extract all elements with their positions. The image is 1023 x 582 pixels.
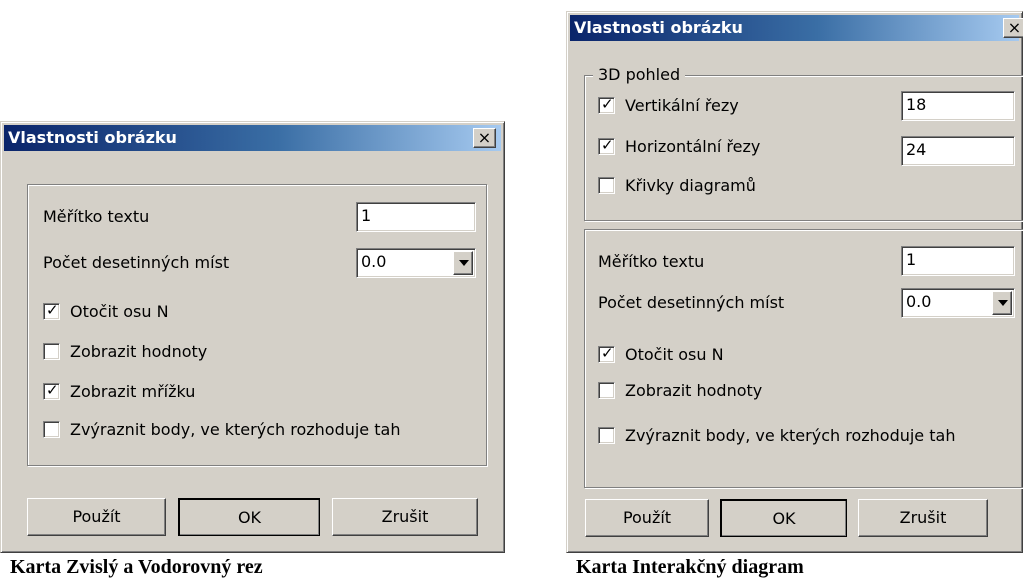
left-caption: Karta Zvislý a Vodorovný rez <box>10 556 263 578</box>
check-icon: ✓ <box>601 344 614 362</box>
vertical-sections-input[interactable]: 18 <box>901 91 1015 121</box>
right-decimals-select[interactable]: 0.0 <box>901 288 1015 318</box>
show-grid-label: Zobrazit mřížku <box>70 382 196 401</box>
right-dialog-title: Vlastnosti obrázku <box>574 18 743 37</box>
vertical-sections-checkbox[interactable]: ✓ <box>598 95 615 114</box>
show-grid-checkbox[interactable]: ✓ <box>43 381 60 400</box>
show-values-checkbox[interactable] <box>43 343 60 360</box>
right-show-values-checkbox[interactable] <box>598 382 615 399</box>
ok-button[interactable]: OK <box>178 498 320 536</box>
horizontal-sections-checkbox[interactable]: ✓ <box>598 136 615 155</box>
right-dialog: Vlastnosti obrázku × 3D pohled ✓ Vertiká… <box>566 11 1023 553</box>
right-decimals-label: Počet desetinných míst <box>598 293 785 312</box>
left-dialog: Vlastnosti obrázku × Měřítko textu 1 Poč… <box>0 121 505 553</box>
left-dialog-titlebar[interactable]: Vlastnosti obrázku <box>4 125 501 151</box>
view-3d-group-title: 3D pohled <box>593 65 686 85</box>
right-rotate-axis-label: Otočit osu N <box>625 345 724 364</box>
right-text-scale-label: Měřítko textu <box>598 252 705 271</box>
right-cancel-button[interactable]: Zrušit <box>858 499 988 537</box>
decimals-label: Počet desetinných míst <box>43 253 230 272</box>
left-close-button[interactable]: × <box>473 128 496 148</box>
right-ok-button[interactable]: OK <box>720 499 847 537</box>
right-highlight-points-label: Zvýraznit body, ve kterých rozhoduje tah <box>625 426 956 445</box>
check-icon: ✓ <box>601 136 614 154</box>
show-values-label: Zobrazit hodnoty <box>70 342 208 361</box>
horizontal-sections-input[interactable]: 24 <box>901 136 1015 166</box>
highlight-points-checkbox[interactable] <box>43 421 60 438</box>
diagram-curves-checkbox[interactable] <box>598 177 615 194</box>
text-scale-label: Měřítko textu <box>43 207 150 226</box>
highlight-points-label: Zvýraznit body, ve kterých rozhoduje tah <box>70 420 401 439</box>
right-decimals-select-value: 0.0 <box>906 292 932 311</box>
right-dialog-titlebar[interactable]: Vlastnosti obrázku <box>570 15 1019 41</box>
right-close-button[interactable]: × <box>1003 18 1023 38</box>
apply-button[interactable]: Použít <box>27 498 166 536</box>
right-show-values-label: Zobrazit hodnoty <box>625 381 763 400</box>
diagram-curves-label: Křivky diagramů <box>625 176 756 195</box>
left-dialog-title: Vlastnosti obrázku <box>8 128 177 147</box>
right-caption: Karta Interakčný diagram <box>576 556 804 578</box>
cancel-button[interactable]: Zrušit <box>332 498 478 536</box>
decimals-select[interactable]: 0.0 <box>356 248 476 278</box>
chevron-down-icon[interactable] <box>453 251 473 275</box>
rotate-axis-checkbox[interactable]: ✓ <box>43 301 60 320</box>
right-rotate-axis-checkbox[interactable]: ✓ <box>598 344 615 363</box>
vertical-sections-label: Vertikální řezy <box>625 96 739 115</box>
check-icon: ✓ <box>601 95 614 113</box>
check-icon: ✓ <box>46 301 59 319</box>
check-icon: ✓ <box>46 381 59 399</box>
right-apply-button[interactable]: Použít <box>585 499 709 537</box>
right-highlight-points-checkbox[interactable] <box>598 427 615 444</box>
text-scale-input[interactable]: 1 <box>356 202 476 232</box>
chevron-down-icon[interactable] <box>992 291 1012 315</box>
rotate-axis-label: Otočit osu N <box>70 302 169 321</box>
decimals-select-value: 0.0 <box>361 252 387 271</box>
close-icon: × <box>1007 18 1022 37</box>
close-icon: × <box>477 128 492 147</box>
horizontal-sections-label: Horizontální řezy <box>625 137 761 156</box>
right-text-scale-input[interactable]: 1 <box>901 246 1015 276</box>
